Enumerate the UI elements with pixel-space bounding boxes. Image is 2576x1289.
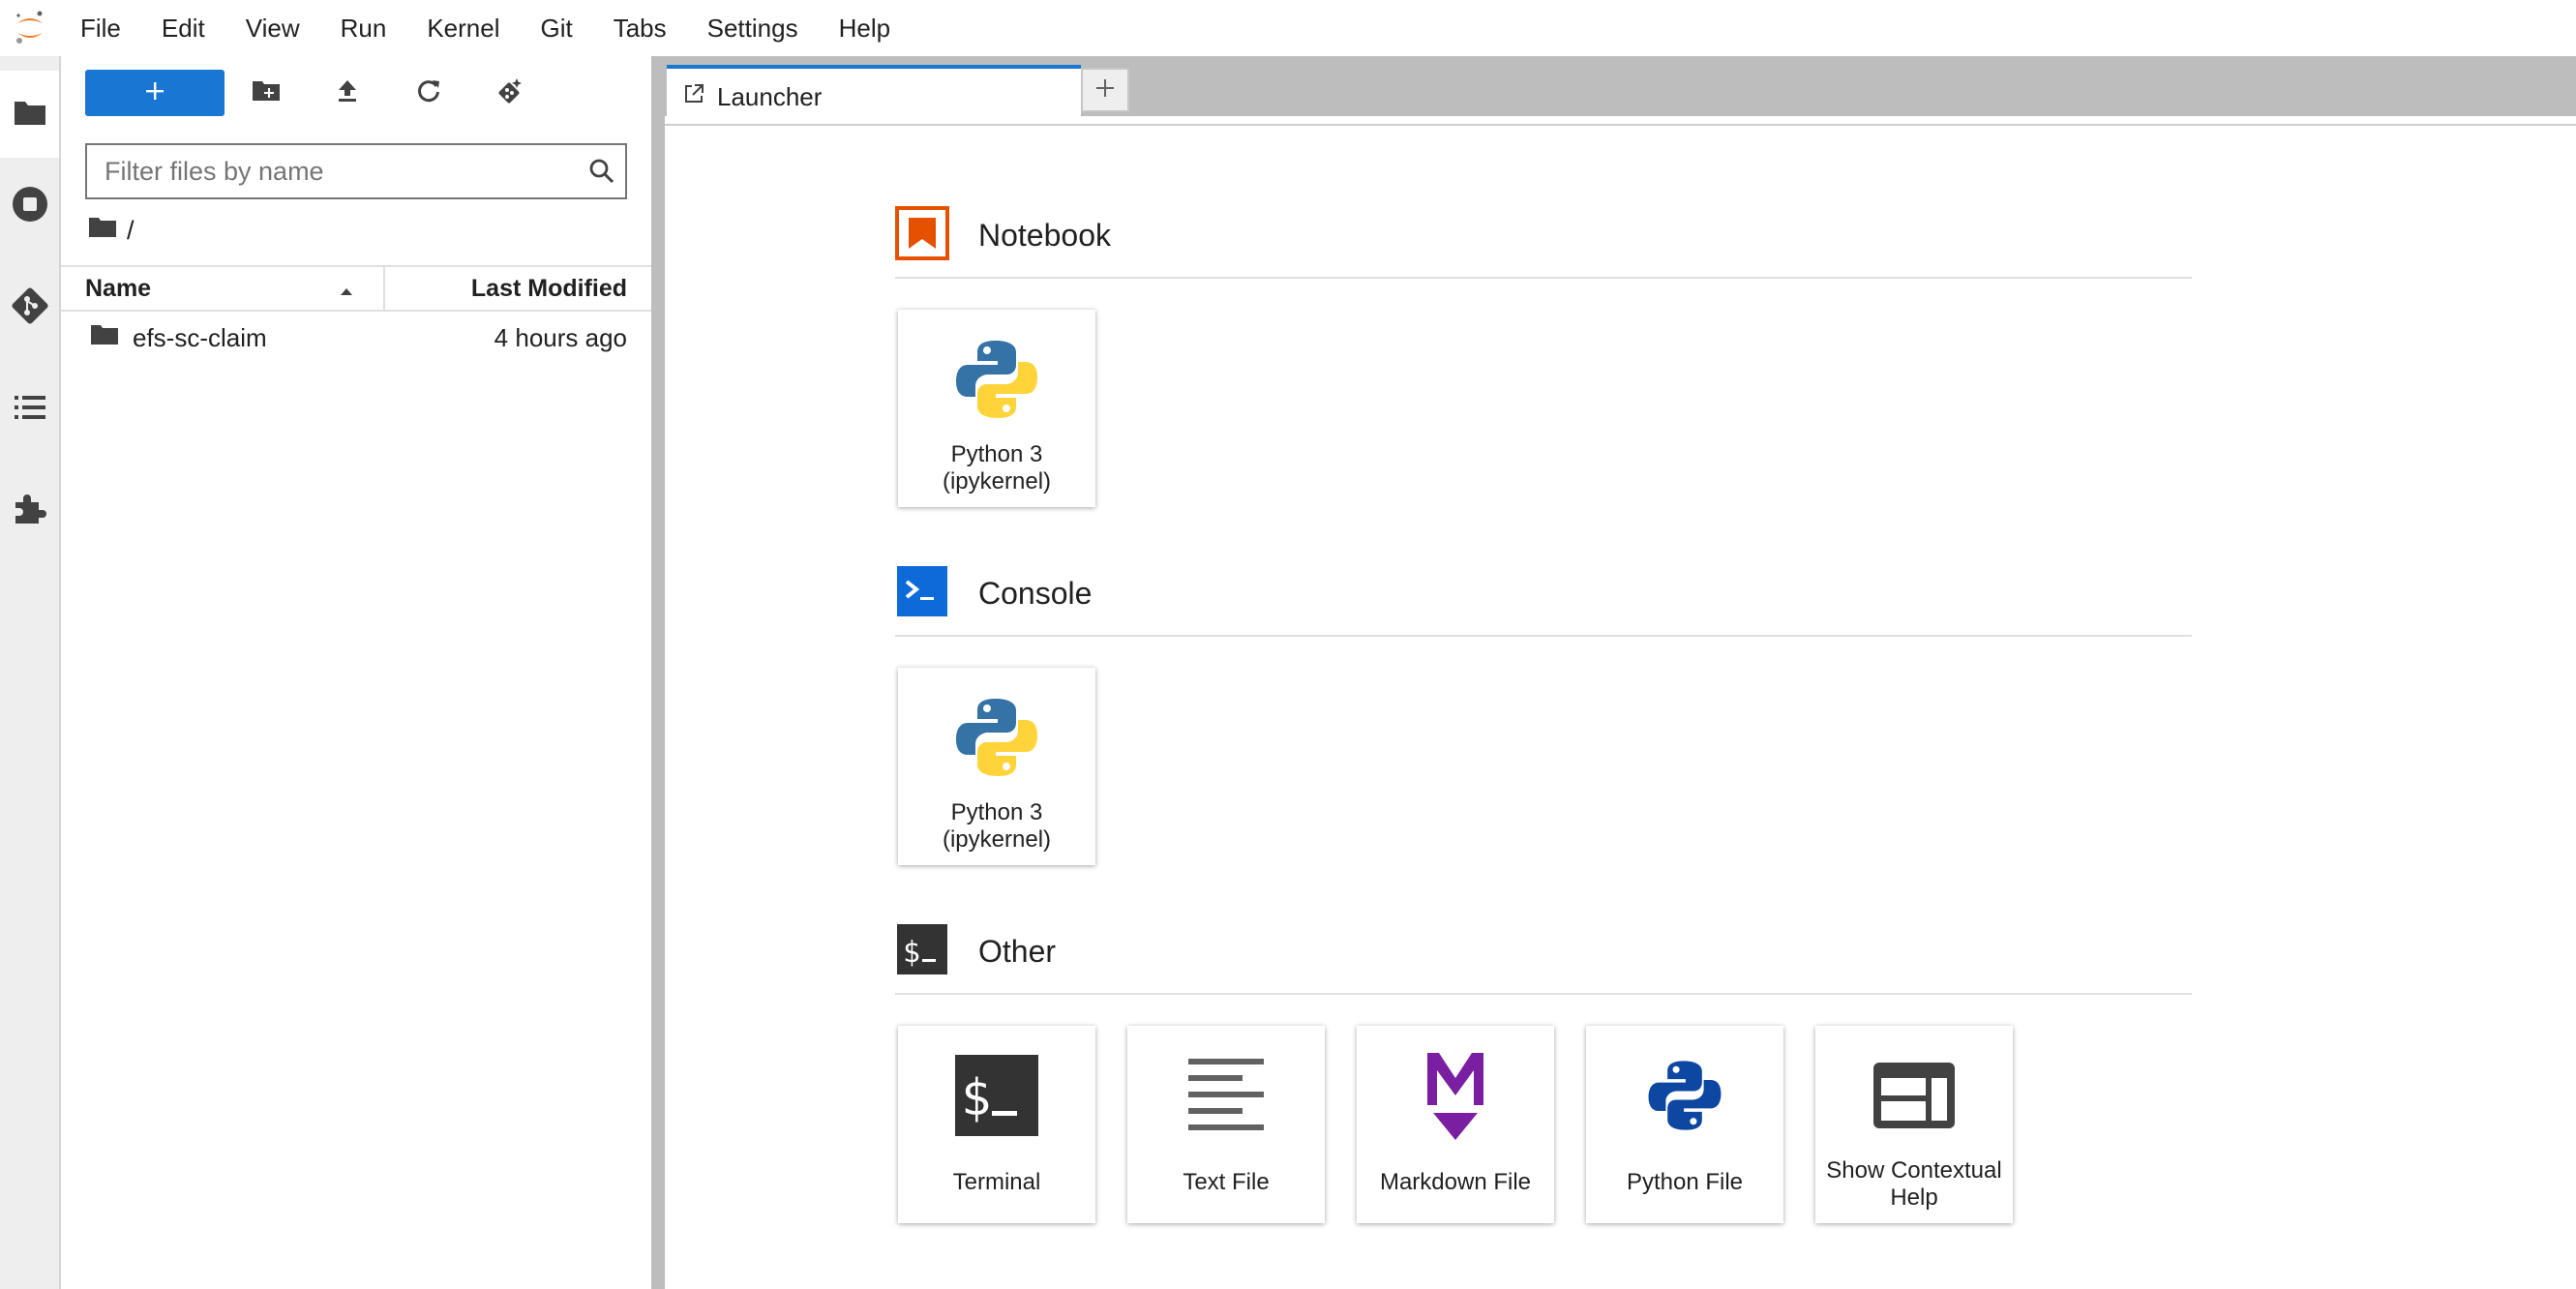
new-folder-icon <box>252 79 281 107</box>
contextual-help-icon <box>1815 1045 2013 1146</box>
new-folder-button[interactable] <box>243 70 289 116</box>
launcher-card-python-file[interactable]: Python File <box>1586 1026 1783 1223</box>
tab-label: Launcher <box>717 81 823 111</box>
console-icon <box>895 564 949 623</box>
git-tab[interactable] <box>0 264 59 351</box>
card-label: Python 3 (ipykernel) <box>942 441 1052 495</box>
terminal-icon: $ <box>898 1045 1095 1146</box>
launcher-card-terminal[interactable]: $ Terminal <box>898 1026 1095 1223</box>
file-browser-panel: / Name Last Modified efs-sc-claim 4 hour… <box>61 56 651 1289</box>
svg-text:$: $ <box>961 1069 991 1127</box>
extensions-tab[interactable] <box>0 467 59 555</box>
activity-bar <box>0 56 61 1289</box>
column-header-modified-label: Last Modified <box>470 274 627 302</box>
running-icon <box>11 185 49 228</box>
card-label: Python 3 (ipykernel) <box>942 799 1052 853</box>
menu-kernel[interactable]: Kernel <box>406 0 520 56</box>
folder-icon <box>13 98 47 132</box>
markdown-icon <box>1357 1045 1554 1146</box>
column-header-last-modified[interactable]: Last Modified <box>385 267 651 310</box>
card-label: Show Contextual Help <box>1826 1157 2002 1211</box>
card-label: Python File <box>1626 1169 1744 1195</box>
menu-help[interactable]: Help <box>819 0 911 56</box>
git-clone-icon <box>495 76 524 110</box>
toc-icon <box>13 393 47 427</box>
menu-view[interactable]: View <box>225 0 320 56</box>
menu-settings[interactable]: Settings <box>687 0 819 56</box>
menu-git[interactable]: Git <box>520 0 592 56</box>
tab-bar: Launcher <box>665 56 2576 125</box>
menu-edit[interactable]: Edit <box>141 0 225 56</box>
breadcrumb: / <box>88 213 135 248</box>
file-list-header: Name Last Modified <box>61 265 651 312</box>
extensions-icon <box>12 491 48 532</box>
card-label: Markdown File <box>1379 1169 1532 1195</box>
section-title: Notebook <box>978 217 1111 253</box>
column-header-name-label: Name <box>85 274 152 302</box>
plus-icon <box>144 80 165 106</box>
menu-file[interactable]: File <box>60 0 141 56</box>
breadcrumb-root[interactable]: / <box>127 216 135 246</box>
file-name-cell: efs-sc-claim <box>61 323 494 353</box>
section-header: Console <box>895 565 1092 621</box>
file-list-row[interactable]: efs-sc-claim 4 hours ago <box>61 314 651 362</box>
folder-icon <box>90 323 119 353</box>
git-icon <box>11 286 49 330</box>
panel-splitter[interactable] <box>651 56 665 1289</box>
file-browser-tab[interactable] <box>0 71 59 158</box>
refresh-button[interactable] <box>405 70 452 116</box>
menu-run[interactable]: Run <box>320 0 407 56</box>
launcher-cards: Python 3 (ipykernel) <box>898 668 1095 865</box>
refresh-icon <box>416 78 441 108</box>
notebook-icon <box>895 205 949 265</box>
section-divider <box>895 993 2192 995</box>
section-header: Notebook <box>895 205 1111 265</box>
tab-launcher[interactable]: Launcher <box>667 65 1081 125</box>
filter-input[interactable] <box>87 146 579 196</box>
running-sessions-tab[interactable] <box>0 163 59 250</box>
new-launcher-button[interactable] <box>85 70 225 116</box>
launcher-cards: $ Terminal Text File Markdown File Pytho… <box>898 1026 2013 1223</box>
card-label: Text File <box>1183 1169 1270 1195</box>
file-filter <box>85 143 627 199</box>
upload-button[interactable] <box>324 70 371 116</box>
sort-ascending-icon <box>339 275 354 303</box>
file-modified: 4 hours ago <box>494 322 627 352</box>
launcher-card-contextual-help[interactable]: Show Contextual Help <box>1815 1026 2013 1223</box>
python-file-icon <box>1586 1045 1783 1146</box>
svg-text:$: $ <box>903 936 920 970</box>
breadcrumb-home-folder-icon[interactable] <box>88 216 117 246</box>
git-clone-button[interactable] <box>487 70 533 116</box>
file-browser-toolbar <box>61 66 651 120</box>
add-tab-button[interactable] <box>1081 68 1129 112</box>
launcher-card-python3-console[interactable]: Python 3 (ipykernel) <box>898 668 1095 865</box>
section-divider <box>895 277 2192 279</box>
python-logo-icon <box>898 329 1095 430</box>
upload-icon <box>336 78 359 108</box>
jupyter-logo-icon <box>0 0 60 56</box>
card-label: Terminal <box>952 1169 1041 1195</box>
launcher-cards: Python 3 (ipykernel) <box>898 310 1095 507</box>
section-title: Other <box>978 933 1057 969</box>
file-name: efs-sc-claim <box>133 322 267 352</box>
column-header-name[interactable]: Name <box>61 267 385 310</box>
section-header: $ Other <box>895 923 1056 979</box>
section-divider <box>895 635 2192 637</box>
table-of-contents-tab[interactable] <box>0 366 59 453</box>
python-logo-icon <box>898 687 1095 788</box>
text-file-icon <box>1127 1045 1325 1146</box>
launcher-card-python3-notebook[interactable]: Python 3 (ipykernel) <box>898 310 1095 507</box>
menu-tabs[interactable]: Tabs <box>593 0 687 56</box>
tab-divider <box>665 124 2576 126</box>
menu-bar: File Edit View Run Kernel Git Tabs Setti… <box>0 0 2576 56</box>
launcher-card-markdown-file[interactable]: Markdown File <box>1357 1026 1554 1223</box>
launcher-card-text-file[interactable]: Text File <box>1127 1026 1325 1223</box>
main-area: Launcher Notebook Python 3 (ipykernel) C… <box>665 56 2576 1289</box>
terminal-section-icon: $ <box>895 922 949 981</box>
launcher-icon <box>682 82 705 112</box>
plus-icon <box>1094 77 1116 104</box>
section-title: Console <box>978 575 1093 611</box>
search-icon <box>579 146 625 196</box>
